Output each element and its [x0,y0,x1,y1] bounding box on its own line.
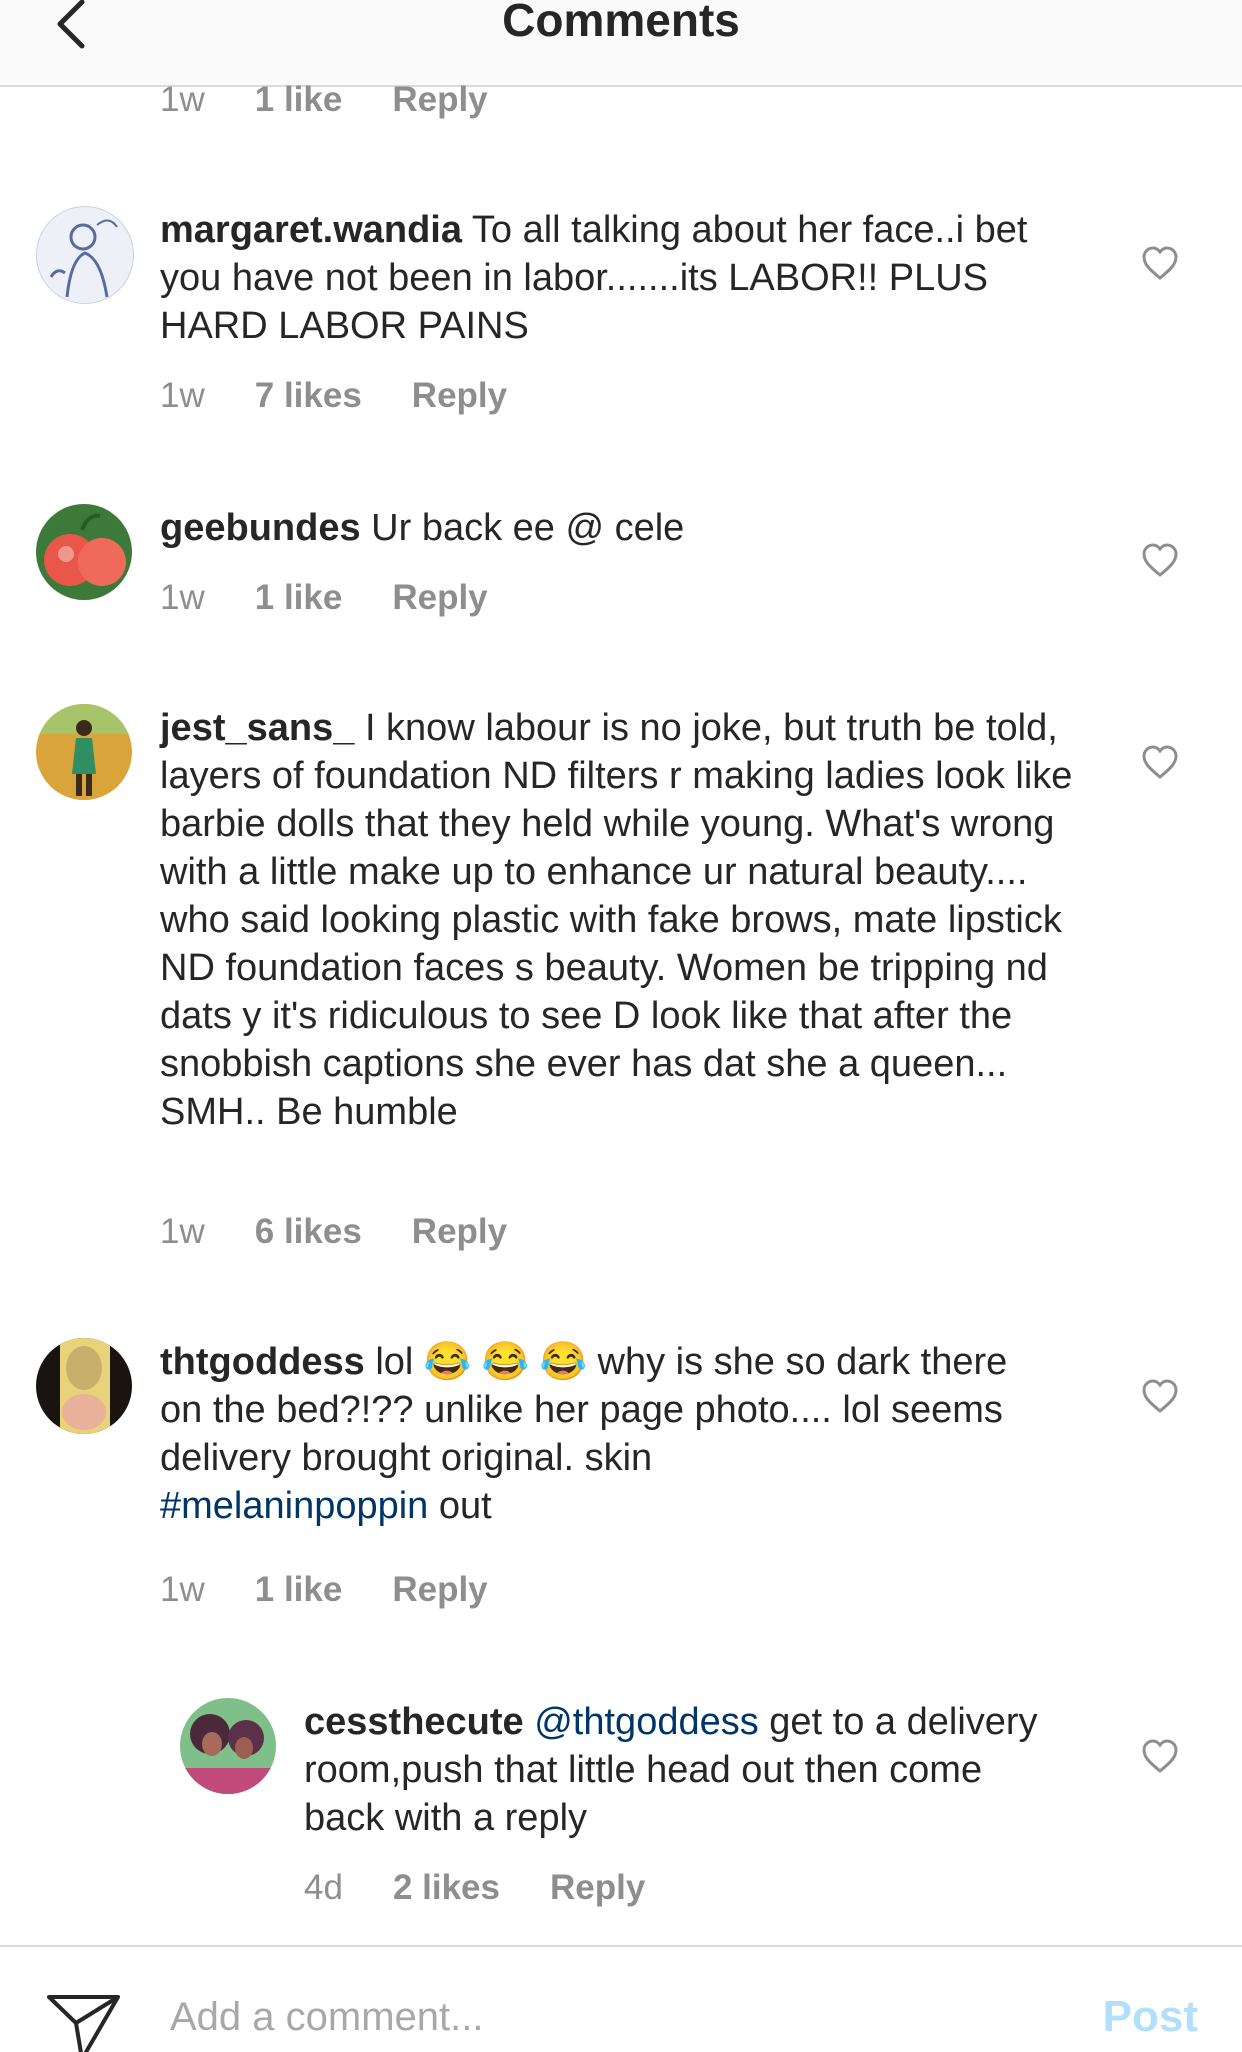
comment-username[interactable]: geebundes [160,507,361,549]
avatar-image [37,207,133,303]
reply-button[interactable]: Reply [392,576,487,620]
avatar-image [36,704,132,800]
avatar-image [180,1698,276,1794]
reply-button[interactable]: Reply [392,1568,487,1612]
reply-button[interactable]: Reply [412,1210,507,1254]
heart-icon[interactable] [1141,542,1179,578]
avatar[interactable] [36,206,134,304]
comment-body: Ur back ee @ cele [371,507,685,549]
comment-time: 1w [160,1212,205,1251]
avatar-image [36,1338,132,1434]
comment-username[interactable]: cessthecute [304,1701,524,1743]
comment-body: I know labour is no joke, but truth be t… [160,707,1073,1133]
avatar-image [36,504,132,600]
comment-body-end: out [438,1485,492,1527]
comment-likes[interactable]: 6 likes [255,1210,362,1254]
comment-username[interactable]: margaret.wandia [160,209,462,251]
heart-icon[interactable] [1141,245,1179,281]
avatar[interactable] [36,704,132,800]
comment-likes[interactable]: 1 like [255,1568,343,1612]
header-bar: Comments [0,0,1242,87]
comment-time: 1w [160,376,205,415]
comment-time: 1w [160,1570,205,1609]
page-title: Comments [502,0,740,46]
comment-meta: 4d 2 likes Reply [304,1866,645,1910]
post-button[interactable]: Post [1103,1987,1198,2047]
heart-icon[interactable] [1141,1738,1179,1774]
comment-likes[interactable]: 7 likes [255,374,362,418]
comment-likes[interactable]: 2 likes [393,1866,500,1910]
comment-username[interactable]: thtgoddess [160,1341,365,1383]
avatar[interactable] [36,1338,132,1434]
comment-text: thtgoddess lol 😂 😂 😂 why is she so dark … [160,1338,1060,1530]
comment-likes[interactable]: 1 like [255,78,343,122]
comment-meta: 1w 6 likes Reply [160,1210,507,1254]
reply-button[interactable]: Reply [550,1866,645,1910]
comment-input[interactable] [170,1987,1010,2047]
comment-text: geebundes Ur back ee @ cele [160,504,1030,552]
comment-time: 1w [160,578,205,617]
comment-meta: 1w 1 like Reply [160,576,488,620]
reply-button[interactable]: Reply [412,374,507,418]
comment-text: jest_sans_ I know labour is no joke, but… [160,704,1090,1136]
comment-text: margaret.wandia To all talking about her… [160,206,1030,350]
heart-icon[interactable] [1141,744,1179,780]
comment-time: 1w [160,80,205,119]
comment-composer: Post [0,1945,1242,2052]
previous-comment-meta: 1w 1 like Reply [160,78,488,122]
paper-plane-icon[interactable] [46,1993,122,2052]
avatar[interactable] [180,1698,276,1794]
comments-screen: Comments 1w 1 like Reply margaret.wandia… [0,0,1242,2052]
comment-likes[interactable]: 1 like [255,576,343,620]
comment-meta: 1w 1 like Reply [160,1568,488,1612]
avatar[interactable] [36,504,132,600]
heart-icon[interactable] [1141,1378,1179,1414]
comment-meta: 1w 7 likes Reply [160,374,507,418]
comment-text: cessthecute @thtgoddess get to a deliver… [304,1698,1064,1842]
reply-button[interactable]: Reply [392,78,487,122]
comment-username[interactable]: jest_sans_ [160,707,354,749]
mention-link[interactable]: @thtgoddess [534,1701,759,1743]
comment-time: 4d [304,1868,343,1907]
hashtag-link[interactable]: #melaninpoppin [160,1485,428,1527]
